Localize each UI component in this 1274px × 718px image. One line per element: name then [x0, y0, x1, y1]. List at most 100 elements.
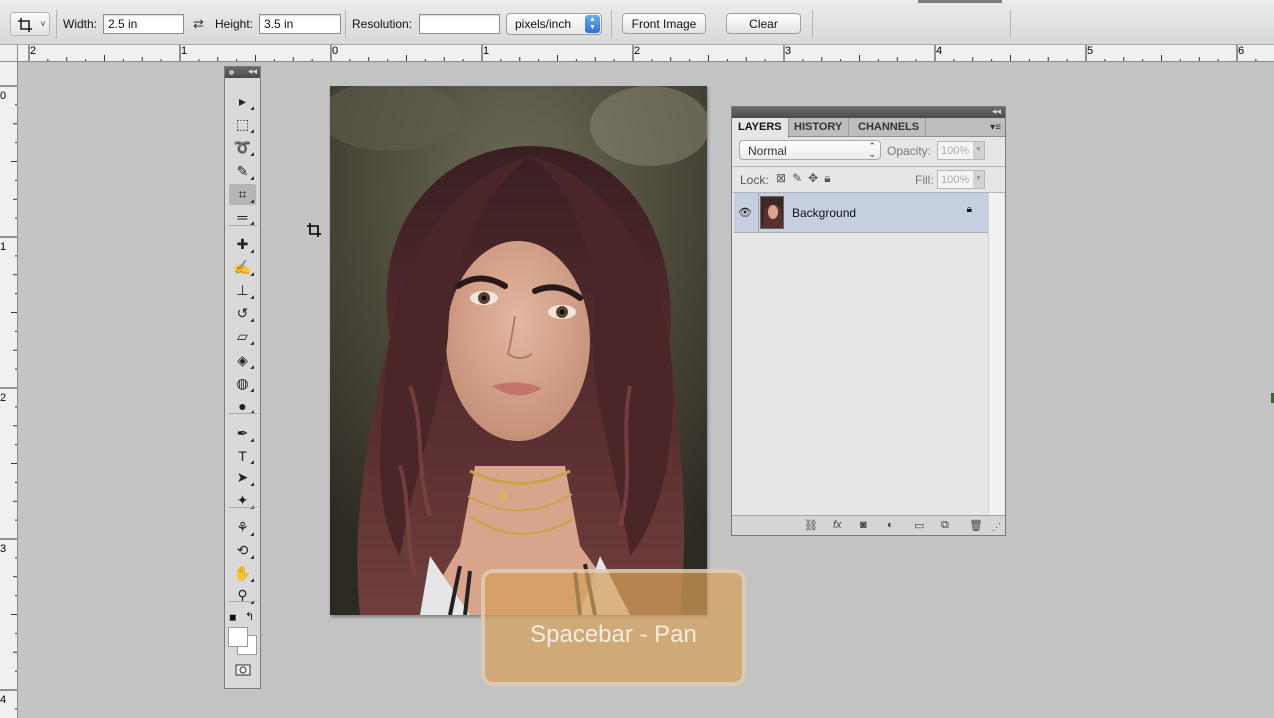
- flyout-indicator: [250, 438, 254, 442]
- front-image-button[interactable]: Front Image: [622, 13, 706, 34]
- ruler-origin[interactable]: [0, 45, 18, 62]
- collapse-icon[interactable]: ◂◂: [992, 106, 1001, 117]
- add-mask-icon[interactable]: ◙: [860, 519, 867, 531]
- lock-pixels-icon[interactable]: ✎: [792, 171, 808, 185]
- hand-tool-icon[interactable]: ✋: [229, 563, 256, 584]
- horizontal-ruler[interactable]: 2 1 0 1 2 3 4 5 6: [18, 45, 1274, 62]
- hand-glyph: ✋: [233, 565, 252, 581]
- crop-tool-icon[interactable]: ⌗: [229, 184, 256, 205]
- zoom-tool-icon[interactable]: ⚲: [229, 585, 256, 606]
- tab-history[interactable]: HISTORY: [788, 118, 850, 137]
- tab-layers[interactable]: LAYERS: [732, 118, 789, 138]
- default-colors-icon[interactable]: ◼: [229, 612, 236, 623]
- lasso-tool-icon[interactable]: ➰: [229, 137, 256, 158]
- height-label: Height:: [215, 17, 254, 31]
- divider: [229, 507, 257, 508]
- history-brush-tool-icon[interactable]: ↺: [229, 303, 256, 324]
- window-tab-indicator: [918, 0, 1002, 3]
- move-glyph: ▸: [238, 93, 247, 109]
- delete-layer-icon[interactable]: 🗑︎: [969, 519, 983, 532]
- lock-label: Lock:: [740, 173, 769, 187]
- resolution-unit-select[interactable]: pixels/inch ▲ ▼: [506, 13, 602, 35]
- updown-arrows-icon: ▲ ▼: [585, 15, 600, 33]
- clone-stamp-tool-icon[interactable]: ⊥: [229, 280, 256, 301]
- width-field[interactable]: 2.5 in: [103, 14, 184, 34]
- lock-position-icon[interactable]: ✥: [808, 171, 824, 185]
- flyout-indicator: [250, 199, 254, 203]
- divider: [732, 166, 1005, 167]
- lock-all-icon[interactable]: 🔒︎: [824, 171, 836, 185]
- fill-value: 100%: [941, 174, 970, 186]
- vertical-ruler[interactable]: 0 1 2 3 4: [0, 45, 18, 718]
- brush-glyph: ✍: [233, 259, 252, 275]
- 3d-rotate-tool-icon[interactable]: ⚘: [229, 517, 256, 538]
- pen-glyph: ✒: [236, 425, 249, 441]
- 3d-rotate-glyph: ⚘: [236, 519, 249, 535]
- ruler-tool-icon[interactable]: ═: [229, 206, 256, 227]
- flyout-indicator: [250, 388, 254, 392]
- fill-field[interactable]: 100% ▼: [937, 170, 985, 189]
- swap-colors-icon[interactable]: ↰: [245, 610, 254, 623]
- adjustment-layer-icon[interactable]: ◐: [887, 519, 894, 531]
- flyout-indicator: [250, 176, 254, 180]
- clear-button[interactable]: Clear: [726, 13, 801, 34]
- move-tool-icon[interactable]: ▸: [229, 91, 256, 112]
- new-layer-icon[interactable]: ⧉: [941, 519, 949, 532]
- opacity-label: Opacity:: [887, 144, 932, 158]
- dodge-glyph: ●: [238, 397, 247, 414]
- layer-name: Background: [792, 206, 857, 220]
- swap-arrows-icon[interactable]: ⇄: [193, 16, 204, 32]
- blend-mode-select[interactable]: Normal ⌃ ⌄: [739, 140, 881, 160]
- new-group-icon[interactable]: ▭: [914, 519, 924, 532]
- portrait-photo: [330, 86, 707, 615]
- flyout-indicator: [250, 152, 254, 156]
- type-tool-icon[interactable]: T: [229, 445, 256, 466]
- canvas-image[interactable]: [330, 86, 707, 615]
- foreground-color-swatch[interactable]: [228, 627, 248, 647]
- eye-icon[interactable]: 👁︎: [738, 206, 752, 219]
- eraser-tool-icon[interactable]: ▱: [229, 326, 256, 347]
- resolution-field[interactable]: [419, 14, 500, 34]
- path-selection-tool-icon[interactable]: ➤: [229, 467, 256, 488]
- fill-label: Fill:: [915, 173, 934, 187]
- close-icon[interactable]: [229, 70, 234, 75]
- ruler-ticks: [0, 85, 17, 710]
- lock-transparent-icon[interactable]: ⊠: [776, 171, 792, 185]
- divider: [229, 413, 257, 414]
- quick-selection-tool-icon[interactable]: ✎: [229, 161, 256, 182]
- layer-row[interactable]: 👁︎ Background 🔒︎: [734, 193, 988, 233]
- opacity-value: 100%: [941, 145, 970, 157]
- panel-menu-icon[interactable]: ▾≡: [990, 122, 1001, 133]
- lasso-glyph: ➰: [233, 139, 252, 155]
- 3d-orbit-tool-icon[interactable]: ⟲: [229, 540, 256, 561]
- height-field[interactable]: 3.5 in: [259, 14, 341, 34]
- link-layers-icon[interactable]: ⛓︎: [804, 519, 818, 532]
- ruler-label: 3: [785, 45, 792, 57]
- tab-channels[interactable]: CHANNELS: [852, 118, 927, 137]
- lock-options: ⊠✎✥🔒︎: [776, 171, 837, 186]
- resize-grip-icon[interactable]: ⋰: [992, 522, 1001, 533]
- brush-tool-icon[interactable]: ✍: [229, 257, 256, 278]
- healing-brush-tool-icon[interactable]: ✚: [229, 234, 256, 255]
- divider: [229, 601, 257, 602]
- marquee-tool-icon[interactable]: ⬚: [229, 114, 256, 135]
- paint-bucket-glyph: ◈: [237, 352, 248, 368]
- tools-panel-header[interactable]: ◂◂: [225, 66, 260, 78]
- tool-preset-picker[interactable]: v: [10, 12, 50, 36]
- layers-scrollbar[interactable]: [988, 193, 1004, 515]
- blur-tool-icon[interactable]: ◍: [229, 373, 256, 394]
- blur-glyph: ◍: [236, 375, 249, 391]
- layers-panel-header[interactable]: ◂◂: [732, 106, 1005, 118]
- pen-tool-icon[interactable]: ✒: [229, 423, 256, 444]
- chevron-down-icon: ▼: [973, 171, 984, 188]
- divider: [56, 10, 57, 38]
- opacity-field[interactable]: 100% ▼: [937, 141, 985, 160]
- paint-bucket-tool-icon[interactable]: ◈: [229, 350, 256, 371]
- fx-icon[interactable]: fx: [833, 519, 842, 531]
- divider: [812, 10, 813, 38]
- ruler-label: 6: [1238, 45, 1245, 57]
- flyout-indicator: [250, 532, 254, 536]
- collapse-icon[interactable]: ◂◂: [248, 66, 257, 77]
- quick-mask-icon[interactable]: [229, 659, 256, 680]
- ruler-label: 2: [634, 45, 641, 57]
